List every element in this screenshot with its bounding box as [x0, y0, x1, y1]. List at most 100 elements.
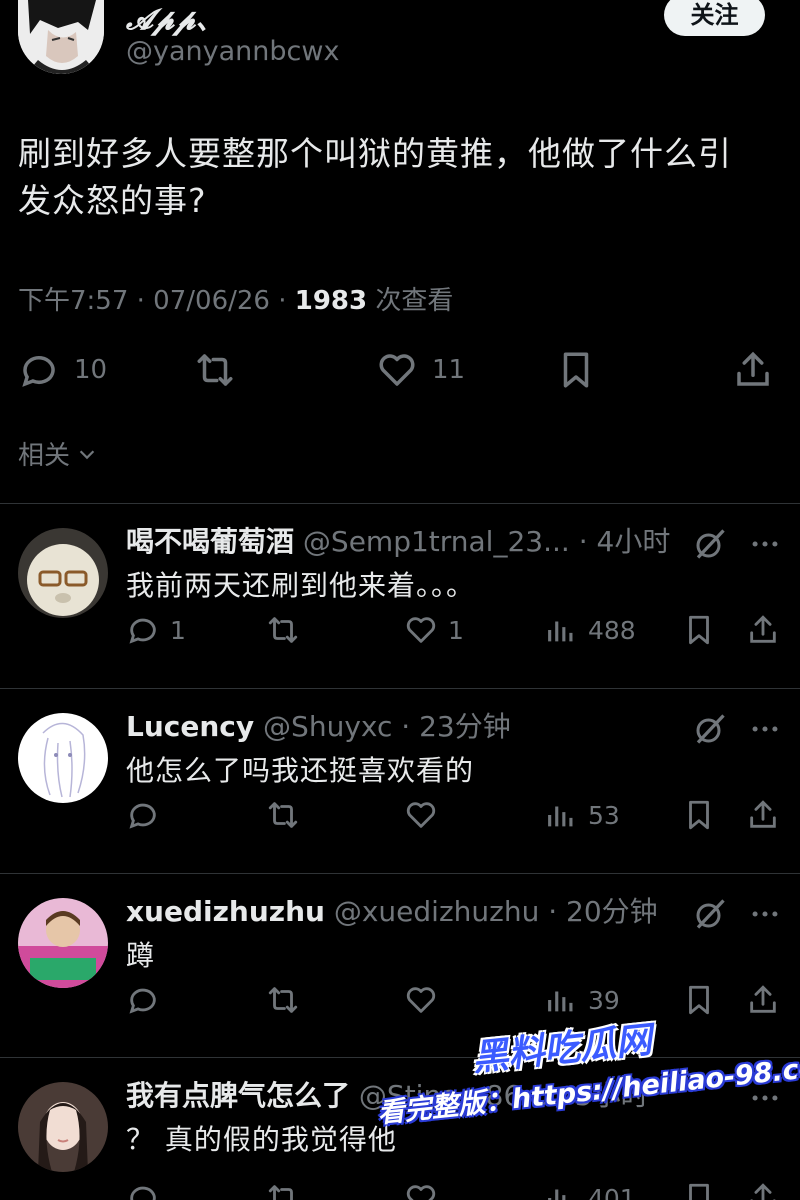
reply-retweet-action[interactable]: [266, 978, 300, 1022]
reply-views-count: 401: [588, 1183, 636, 1200]
reply-like-action[interactable]: [404, 793, 438, 837]
reply-actions: 401: [0, 1176, 800, 1200]
heart-icon: [406, 987, 436, 1013]
reply-author-name[interactable]: 我有点脾气怎么了: [126, 1079, 350, 1112]
reply-reply-action[interactable]: 1: [126, 608, 186, 652]
share-action[interactable]: [732, 345, 774, 395]
reply-views-action[interactable]: 53: [544, 793, 620, 837]
reply-reply-action[interactable]: [126, 1176, 160, 1200]
reply-item[interactable]: 喝不喝葡萄酒 @Semp1trnal_23... · 4小时 我前两天还刷到他来…: [0, 504, 800, 688]
reply-author-handle[interactable]: @Sting...86...: [350, 1079, 548, 1112]
more-options-icon[interactable]: [748, 896, 782, 932]
reply-icon: [129, 803, 156, 829]
reply-author-name[interactable]: Lucency: [126, 710, 254, 743]
reply-views-action[interactable]: 488: [544, 608, 636, 652]
post-text-line-2: 发众怒的事?: [18, 181, 207, 220]
reply-item[interactable]: Lucency @Shuyxc · 23分钟 他怎么了吗我还挺喜欢看的 53: [0, 689, 800, 873]
reply-bookmark-action[interactable]: [682, 793, 716, 837]
more-options-icon[interactable]: [748, 526, 782, 562]
reply-retweet-action[interactable]: [266, 793, 300, 837]
reply-avatar[interactable]: [18, 713, 108, 803]
author-avatar[interactable]: [18, 0, 104, 74]
reply-retweet-action[interactable]: [266, 1176, 300, 1200]
reply-icon: [129, 618, 156, 644]
share-icon: [750, 985, 776, 1013]
retweet-icon: [268, 617, 298, 643]
reply-share-action[interactable]: [746, 793, 780, 837]
views-chart-icon: [548, 806, 573, 827]
post-action-bar: 10 11: [0, 345, 800, 395]
reply-icon: [22, 356, 55, 387]
reply-item[interactable]: xuedizhuzhu @xuedizhuzhu · 20分钟 蹲 39: [0, 874, 800, 1058]
bookmark-icon: [689, 1183, 709, 1200]
author-handle[interactable]: @yanyannbcwx: [126, 36, 339, 67]
reply-text: 我前两天还刷到他来着。。。: [126, 569, 476, 602]
reply-bookmark-action[interactable]: [682, 1176, 716, 1200]
like-count: 11: [432, 355, 466, 385]
reply-like-action[interactable]: [404, 978, 438, 1022]
post-text-line-1: 刷到好多人要整那个叫狱的黄推，他做了什么引: [18, 134, 732, 173]
bookmark-action[interactable]: [555, 345, 597, 395]
bookmark-icon: [563, 352, 589, 388]
reply-author-handle[interactable]: @Shuyxc: [254, 710, 392, 743]
like-action[interactable]: 11: [376, 345, 465, 395]
post-text: 刷到好多人要整那个叫狱的黄推，他做了什么引 发众怒的事?: [18, 130, 778, 224]
post-views-label: 次查看: [367, 286, 454, 316]
retweet-icon: [268, 802, 298, 828]
reply-avatar[interactable]: [18, 898, 108, 988]
reply-avatar[interactable]: [18, 1082, 108, 1172]
reply-author-handle[interactable]: @Semp1trnal_23...: [294, 525, 570, 558]
post-header: 𝓐𝓹𝓹、 @yanyannbcwx 关注: [0, 0, 800, 110]
grok-icon[interactable]: [692, 526, 728, 562]
reply-retweet-action[interactable]: [266, 608, 300, 652]
tweet-detail-page: 𝓐𝓹𝓹、 @yanyannbcwx 关注 刷到好多人要整那个叫狱的黄推，他做了什…: [0, 0, 800, 1200]
retweet-icon: [268, 1185, 293, 1200]
grok-icon[interactable]: [692, 896, 728, 932]
retweet-action[interactable]: [194, 345, 236, 395]
follow-button[interactable]: 关注: [664, 0, 765, 36]
reply-item[interactable]: 我有点脾气怎么了 @Sting...86... · 5小时 ？ 真的假的我觉得他…: [0, 1058, 800, 1200]
reply-reply-count: 1: [170, 615, 186, 645]
share-icon: [737, 351, 769, 386]
reply-author-handle[interactable]: @xuedizhuzhu: [325, 895, 539, 928]
more-options-icon[interactable]: [748, 1080, 782, 1116]
reply-header: Lucency @Shuyxc · 23分钟: [126, 707, 686, 747]
reply-bookmark-action[interactable]: [682, 608, 716, 652]
reply-bookmark-action[interactable]: [682, 978, 716, 1022]
share-icon: [750, 800, 776, 828]
reply-reply-action[interactable]: [126, 793, 160, 837]
grok-icon[interactable]: [692, 711, 728, 747]
heart-icon: [379, 354, 415, 386]
reply-share-action[interactable]: [746, 608, 780, 652]
reply-like-action[interactable]: [404, 1176, 438, 1200]
reply-share-action[interactable]: [746, 1176, 780, 1200]
reply-action[interactable]: 10: [18, 345, 107, 395]
views-chart-icon: [548, 1189, 566, 1200]
related-toggle[interactable]: 相关: [18, 435, 98, 472]
reply-author-name[interactable]: xuedizhuzhu: [126, 895, 325, 928]
reply-views-action[interactable]: 401: [544, 1176, 636, 1200]
reply-author-name[interactable]: 喝不喝葡萄酒: [126, 525, 294, 558]
heart-icon: [406, 802, 436, 828]
reply-views-count: 53: [588, 800, 620, 830]
retweet-icon: [197, 354, 233, 386]
reply-header: 我有点脾气怎么了 @Sting...86... · 5小时: [126, 1076, 686, 1116]
reply-text: ？ 真的假的我觉得他: [126, 1123, 397, 1156]
bookmark-icon: [689, 985, 709, 1015]
reply-views-count: 39: [588, 985, 620, 1015]
more-options-icon[interactable]: [748, 711, 782, 747]
heart-icon: [406, 1185, 436, 1200]
reply-time: · 4小时: [569, 525, 671, 558]
reply-like-count: 1: [448, 615, 464, 645]
reply-like-action[interactable]: 1: [404, 608, 464, 652]
reply-count: 10: [74, 355, 108, 385]
author-display-name[interactable]: 𝓐𝓹𝓹、: [126, 0, 224, 38]
reply-reply-action[interactable]: [126, 978, 160, 1022]
views-chart-icon: [548, 621, 573, 642]
post-timestamp[interactable]: 下午7:57 · 07/06/26 ·: [18, 286, 295, 316]
reply-avatar[interactable]: [18, 528, 108, 618]
reply-share-action[interactable]: [746, 978, 780, 1022]
reply-text: 蹲: [126, 939, 156, 972]
reply-views-action[interactable]: 39: [544, 978, 620, 1022]
post-meta: 下午7:57 · 07/06/26 · 1983 次查看: [18, 280, 453, 317]
